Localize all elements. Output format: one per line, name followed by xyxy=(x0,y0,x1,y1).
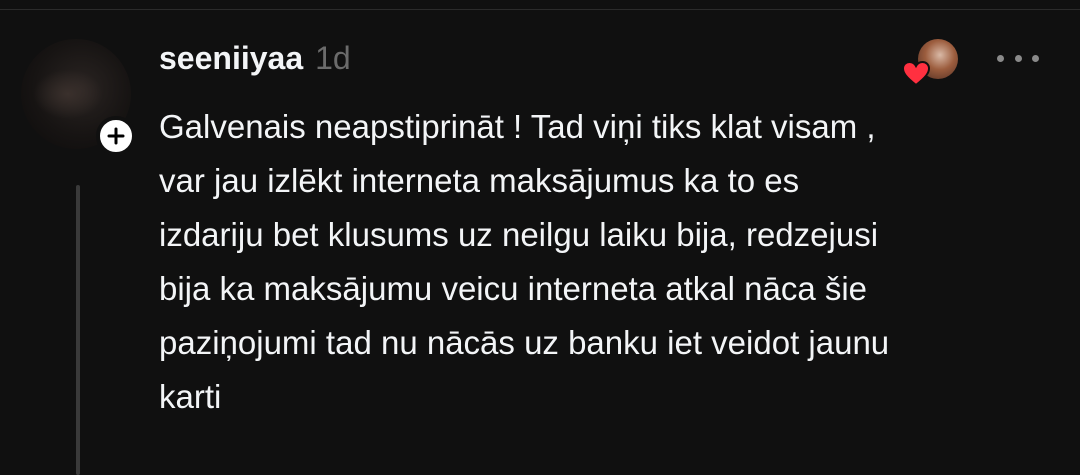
more-dot xyxy=(1032,54,1039,62)
more-dot xyxy=(1014,54,1022,62)
username[interactable]: seeniiyaa xyxy=(159,40,303,77)
thread-line xyxy=(76,185,80,475)
more-options-button[interactable] xyxy=(997,48,1039,68)
comment-line: Galvenais neapstiprināt ! Tad viņi tiks … xyxy=(159,108,876,145)
comment-line: var jau izlēkt interneta maksājumus ka t… xyxy=(159,162,800,199)
follow-button[interactable] xyxy=(96,116,136,156)
comment-header: seeniiyaa 1d xyxy=(159,40,351,80)
comment-line: izdariju bet klusums uz neilgu laiku bij… xyxy=(159,216,879,253)
plus-icon xyxy=(107,127,125,145)
comment-body: Galvenais neapstiprināt ! Tad viņi tiks … xyxy=(159,100,1049,424)
comment-line: karti xyxy=(159,378,222,415)
comment-line: bija ka maksājumu veicu interneta atkal … xyxy=(159,270,868,307)
avatar-photo xyxy=(33,69,103,119)
top-divider xyxy=(0,0,1080,10)
timestamp: 1d xyxy=(315,40,351,76)
more-dot xyxy=(997,54,1004,62)
comment-line: paziņojumi tad nu nācās uz banku iet vei… xyxy=(159,324,890,361)
heart-icon xyxy=(902,61,930,87)
